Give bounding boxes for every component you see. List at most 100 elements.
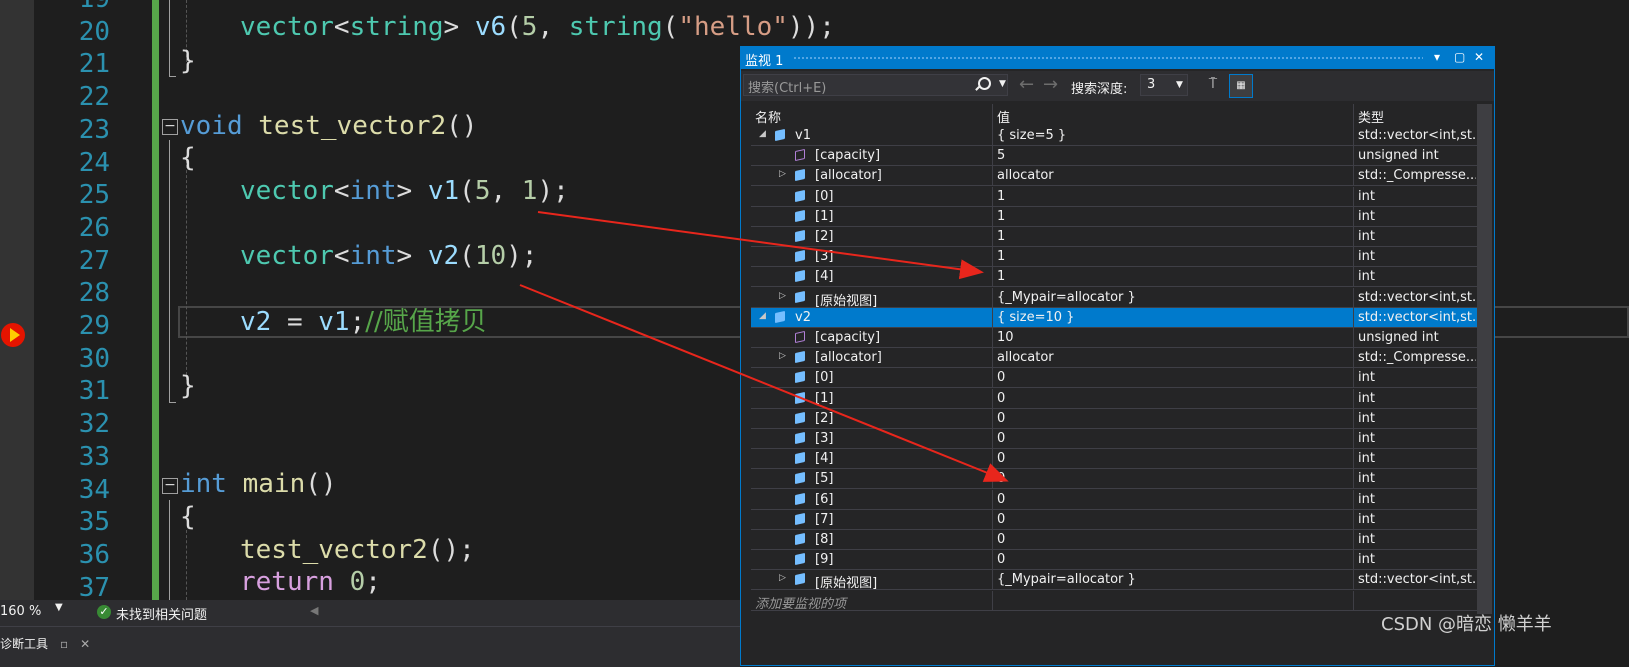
watch-row[interactable]: [0] 1 int	[751, 186, 1477, 207]
code-line-25[interactable]: vector<int> v1(5, 1);	[240, 174, 569, 208]
expand-icon[interactable]: ▷	[779, 573, 786, 583]
code-line-23[interactable]: void test_vector2()	[180, 109, 477, 143]
watch-value[interactable]: {_Mypair=allocator }	[997, 290, 1347, 305]
watch-row[interactable]: [4] 0 int	[751, 449, 1477, 470]
watch-value[interactable]: 1	[997, 209, 1347, 224]
watch-value[interactable]: 0	[997, 451, 1347, 466]
grip-dots[interactable]	[793, 56, 1423, 61]
code-line-29[interactable]: v2 = v1;//赋值拷贝	[240, 305, 487, 339]
watch-value[interactable]: 0	[997, 552, 1347, 567]
glyph-margin[interactable]	[0, 0, 34, 626]
chevron-down-icon[interactable]: ▼	[1176, 80, 1183, 90]
watch-value[interactable]: 0	[997, 431, 1347, 446]
scroll-left-icon[interactable]: ◀	[310, 604, 318, 617]
search-next-icon[interactable]: →	[1043, 74, 1058, 95]
expand-icon[interactable]: ▷	[779, 351, 786, 361]
watch-value[interactable]: 0	[997, 370, 1347, 385]
zoom-level[interactable]: 160 %	[0, 604, 41, 619]
zoom-dropdown-icon[interactable]: ▼	[55, 602, 63, 613]
watch-value[interactable]: { size=5 }	[997, 128, 1347, 143]
vertical-scrollbar[interactable]	[1477, 104, 1492, 614]
watch-value[interactable]: 1	[997, 269, 1347, 284]
collapse-icon[interactable]: ◢	[759, 129, 766, 139]
search-icon[interactable]	[978, 77, 991, 90]
watch-value[interactable]: 1	[997, 189, 1347, 204]
fold-toggle-main[interactable]: −	[162, 478, 178, 494]
watch-row[interactable]: [1] 0 int	[751, 388, 1477, 409]
watch-value[interactable]: 5	[997, 148, 1347, 163]
watch-row[interactable]: [1] 1 int	[751, 206, 1477, 227]
watch-value[interactable]: allocator	[997, 168, 1347, 183]
code-line-24[interactable]: {	[180, 141, 196, 175]
watch-value[interactable]: 1	[997, 249, 1347, 264]
watch-row[interactable]: ▷ [allocator] allocator std::_Compresse...	[751, 166, 1477, 187]
window-menu-icon[interactable]: ▾	[1434, 50, 1440, 64]
expand-icon[interactable]: ▷	[779, 291, 786, 301]
code-line-36[interactable]: test_vector2();	[240, 533, 475, 567]
watch-name: [9]	[815, 552, 834, 568]
watch-row[interactable]: [5] 0 int	[751, 469, 1477, 490]
watch-value[interactable]: 0	[997, 492, 1347, 507]
watch-row[interactable]: [capacity] 10 unsigned int	[751, 328, 1477, 348]
watch-value[interactable]: 0	[997, 532, 1347, 547]
collapse-icon[interactable]: ◢	[759, 311, 766, 321]
watch-row[interactable]: ◢ v2 { size=10 } std::vector<int,st...	[751, 307, 1477, 328]
code-line-20[interactable]: vector<string> v6(5, string("hello"));	[240, 10, 835, 44]
close-icon[interactable]: ✕	[80, 637, 90, 651]
column-divider[interactable]	[1353, 104, 1354, 126]
watch-row[interactable]: [7] 0 int	[751, 509, 1477, 530]
watch-row[interactable]: [capacity] 5 unsigned int	[751, 146, 1477, 167]
watch-title-bar[interactable]: 监视 1 ▾ ▢ ✕	[741, 47, 1494, 69]
watch-row[interactable]: [3] 0 int	[751, 429, 1477, 449]
watch-value[interactable]: 1	[997, 229, 1347, 244]
pin-filter-icon[interactable]: ⍑	[1203, 76, 1223, 96]
add-watch-row[interactable]: 添加要监视的项	[751, 590, 1477, 612]
column-header-value[interactable]: 值	[997, 107, 1010, 126]
watch-value[interactable]: 0	[997, 391, 1347, 406]
watch-row[interactable]: ▷ [allocator] allocator std::_Compresse...	[751, 348, 1477, 369]
add-watch-placeholder[interactable]: 添加要监视的项	[755, 593, 846, 612]
watch-row[interactable]: [3] 1 int	[751, 247, 1477, 268]
code-line-37[interactable]: return 0;	[240, 565, 381, 599]
expand-icon[interactable]: ▷	[779, 169, 786, 179]
hex-display-button[interactable]: ▦	[1229, 74, 1253, 98]
watch-window: 监视 1 ▾ ▢ ✕ 搜索(Ctrl+E) ▼ ← → 搜索深度: 3 ▼ ⍑ …	[740, 46, 1495, 666]
pin-icon[interactable]: ▫	[60, 637, 68, 651]
watch-value[interactable]: {_Mypair=allocator }	[997, 572, 1347, 587]
watch-row[interactable]: [0] 0 int	[751, 368, 1477, 389]
watch-row[interactable]: [2] 1 int	[751, 227, 1477, 247]
code-line-27[interactable]: vector<int> v2(10);	[240, 239, 537, 273]
code-line-35[interactable]: {	[180, 500, 196, 534]
column-header-type[interactable]: 类型	[1358, 107, 1384, 126]
watch-row[interactable]: [4] 1 int	[751, 267, 1477, 288]
watch-value[interactable]: 0	[997, 471, 1347, 486]
watch-value[interactable]: 10	[997, 330, 1347, 345]
issues-status[interactable]: 未找到相关问题	[116, 604, 207, 623]
watch-value[interactable]: { size=10 }	[997, 310, 1347, 325]
breakpoint-current-statement-icon[interactable]	[1, 323, 25, 347]
code-line-34[interactable]: int main()	[180, 467, 337, 501]
watch-row[interactable]: ▷ [原始视图] {_Mypair=allocator } std::vector<i…	[751, 287, 1477, 309]
tab-diagnostic-tools[interactable]: 诊断工具 ▫ ✕	[0, 635, 90, 652]
watch-row[interactable]: [8] 0 int	[751, 530, 1477, 550]
column-divider	[992, 550, 993, 571]
watch-row[interactable]: [9] 0 int	[751, 550, 1477, 571]
watch-row[interactable]: ◢ v1 { size=5 } std::vector<int,st...	[751, 126, 1477, 146]
search-input[interactable]: 搜索(Ctrl+E)	[743, 74, 1008, 96]
watch-value[interactable]: allocator	[997, 350, 1347, 365]
watch-value[interactable]: 0	[997, 512, 1347, 527]
watch-name: [7]	[815, 511, 834, 527]
code-line-21[interactable]: }	[180, 44, 196, 78]
column-divider[interactable]	[992, 104, 993, 126]
watch-row[interactable]: ▷ [原始视图] {_Mypair=allocator } std::vector<i…	[751, 570, 1477, 591]
column-header-name[interactable]: 名称	[755, 107, 781, 126]
maximize-icon[interactable]: ▢	[1454, 50, 1465, 64]
watch-row[interactable]: [6] 0 int	[751, 489, 1477, 510]
search-previous-icon[interactable]: ←	[1019, 74, 1034, 95]
code-line-31[interactable]: }	[180, 369, 196, 403]
search-options-dropdown-icon[interactable]: ▼	[999, 79, 1006, 89]
watch-row[interactable]: [2] 0 int	[751, 408, 1477, 429]
fold-toggle-test-vector2[interactable]: −	[162, 119, 178, 135]
watch-value[interactable]: 0	[997, 411, 1347, 426]
close-icon[interactable]: ✕	[1474, 50, 1484, 64]
